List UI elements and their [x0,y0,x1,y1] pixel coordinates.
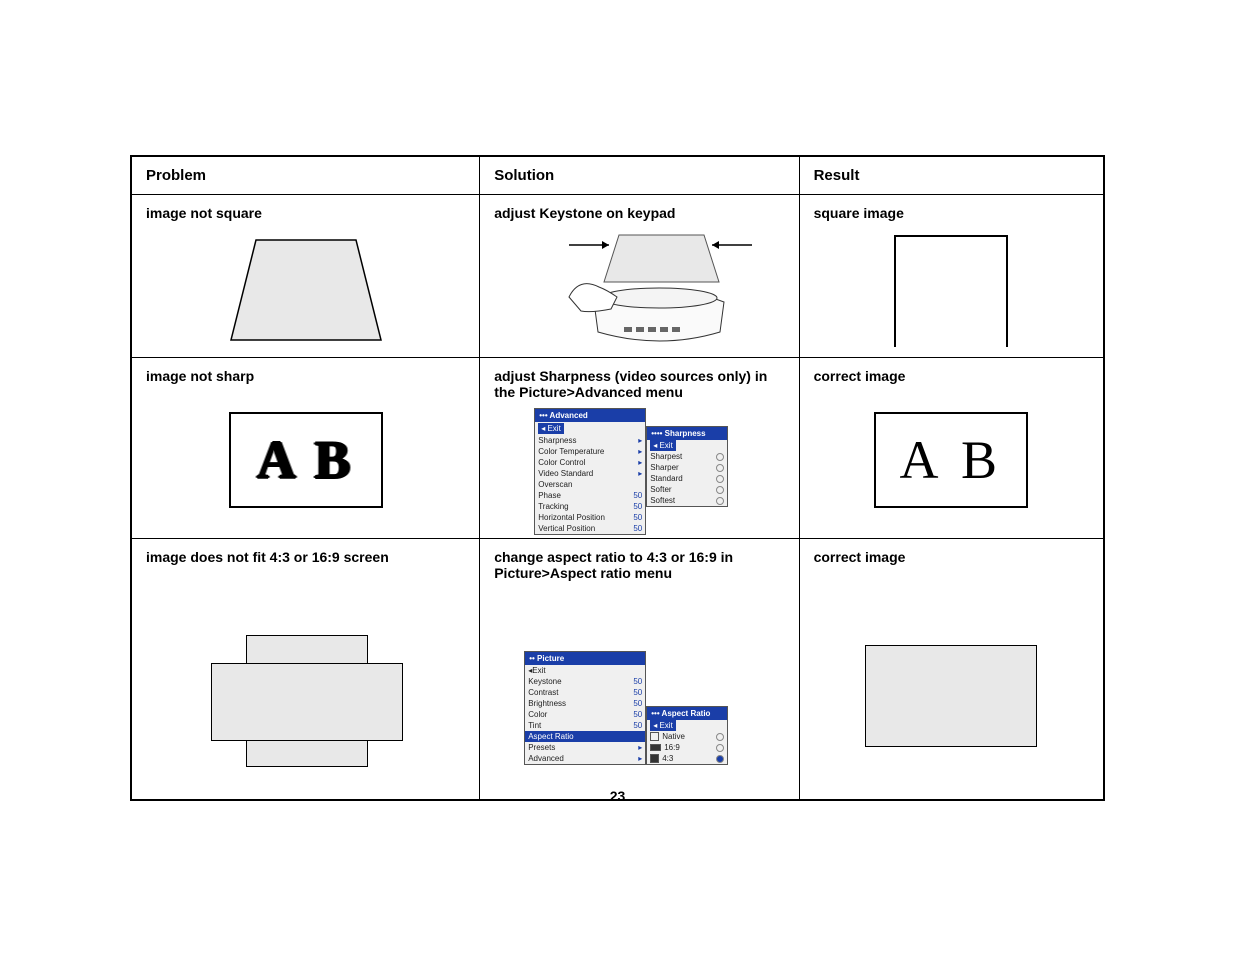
troubleshooting-table: Problem Solution Result image not square… [130,155,1105,801]
row1-problem-title: image not square [146,205,465,221]
picture-menu: •• Picture ◂ Exit Keystone50 Contrast50 … [524,651,646,765]
square-icon [894,235,1008,347]
sharp-text-illustration: A B [874,412,1028,508]
correct-aspect-illustration [865,645,1037,747]
header-problem: Problem [131,156,480,195]
trapezoid-icon [226,235,386,345]
row3-result-title: correct image [814,549,1089,565]
projector-keypad-illustration [514,227,764,347]
row2-solution-title: adjust Sharpness (video sources only) in… [494,368,784,400]
row1-solution-title: adjust Keystone on keypad [494,205,784,221]
row3-problem-title: image does not fit 4:3 or 16:9 screen [146,549,465,565]
blurry-text-illustration: A B [229,412,383,508]
aspect-ratio-submenu: ••• Aspect Ratio ◂ Exit Native 16:9 4:3 [646,706,728,765]
row3-solution-title: change aspect ratio to 4:3 or 16:9 in Pi… [494,549,784,581]
row2-result-title: correct image [814,368,1089,384]
row1-result-title: square image [814,205,1089,221]
advanced-menu: ••• Advanced ◂ Exit Sharpness▸ Color Tem… [534,408,646,535]
page-number: 23 [0,788,1235,804]
header-result: Result [799,156,1104,195]
sharpness-submenu: •••• Sharpness ◂ Exit Sharpest Sharper S… [646,426,728,507]
aspect-mismatch-illustration [211,635,401,775]
row2-problem-title: image not sharp [146,368,465,384]
header-solution: Solution [480,156,799,195]
